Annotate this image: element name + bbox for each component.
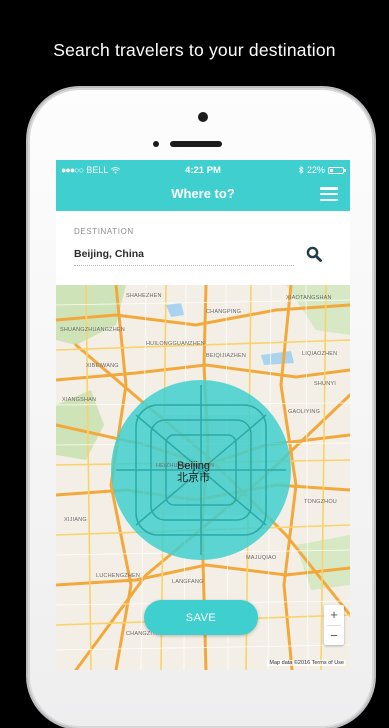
battery-icon xyxy=(328,166,346,174)
zoom-out-button[interactable]: − xyxy=(324,626,344,646)
earpiece-speaker xyxy=(170,141,222,147)
map-label: SHUANGZHUANGZHEN xyxy=(60,327,125,333)
lake xyxy=(166,303,184,317)
map-view[interactable]: SHAHEZHEN CHANGPING XIAOTANGSHAN SHUANGZ… xyxy=(56,285,350,670)
map-label: CHANGPING xyxy=(206,309,242,315)
map-label: SHUNYI xyxy=(314,381,336,387)
bluetooth-icon xyxy=(298,166,304,174)
map-label: GAOLIYING xyxy=(288,409,321,415)
front-camera xyxy=(153,141,159,147)
destination-input[interactable] xyxy=(74,243,294,266)
battery-level xyxy=(330,168,333,172)
map-label: XIBEIWANG xyxy=(86,363,119,369)
map-label: TONGZHOU xyxy=(304,499,337,505)
save-button[interactable]: SAVE xyxy=(144,600,258,635)
zoom-controls: + − xyxy=(324,605,344,645)
map-label: LANGFANG xyxy=(172,579,204,585)
map-label: BEIQIJIAZHEN xyxy=(206,353,246,359)
map-label: XIAOTANGSHAN xyxy=(286,295,332,301)
map-label: XIJIANG xyxy=(64,517,87,523)
map-attribution[interactable]: Map data ©2016 Terms of Use xyxy=(267,660,346,666)
status-right: 22% xyxy=(298,165,346,175)
search-icon[interactable] xyxy=(306,246,322,262)
app-header: ●●●○○ BELL 4:21 PM 22% Where to? xyxy=(56,160,350,211)
page-title: Where to? xyxy=(171,186,235,201)
map-label: LUCHENGZHEN xyxy=(96,573,141,579)
lake xyxy=(261,351,294,365)
destination-panel: DESTINATION xyxy=(56,211,350,285)
map-label: XIANGSHAN xyxy=(62,397,97,403)
front-sensor xyxy=(198,112,208,122)
zoom-in-button[interactable]: + xyxy=(324,605,344,625)
app-screen: ●●●○○ BELL 4:21 PM 22% Where to? DESTINA… xyxy=(56,160,350,670)
hamburger-menu-icon[interactable] xyxy=(320,187,338,201)
map-label: LIQIAOZHEN xyxy=(302,351,338,357)
map-label: MAJUQIAO xyxy=(246,555,277,561)
destination-label: DESTINATION xyxy=(74,227,134,236)
city-name: Beijing xyxy=(177,460,211,472)
map-label: HUILONGGUANZHEN xyxy=(146,341,205,347)
battery-percent: 22% xyxy=(306,165,325,175)
city-label: Beijing 北京市 xyxy=(177,460,210,484)
promo-caption: Search travelers to your destination xyxy=(53,40,336,60)
map-label: SHAHEZHEN xyxy=(126,293,162,299)
city-name-local: 北京市 xyxy=(177,472,211,484)
